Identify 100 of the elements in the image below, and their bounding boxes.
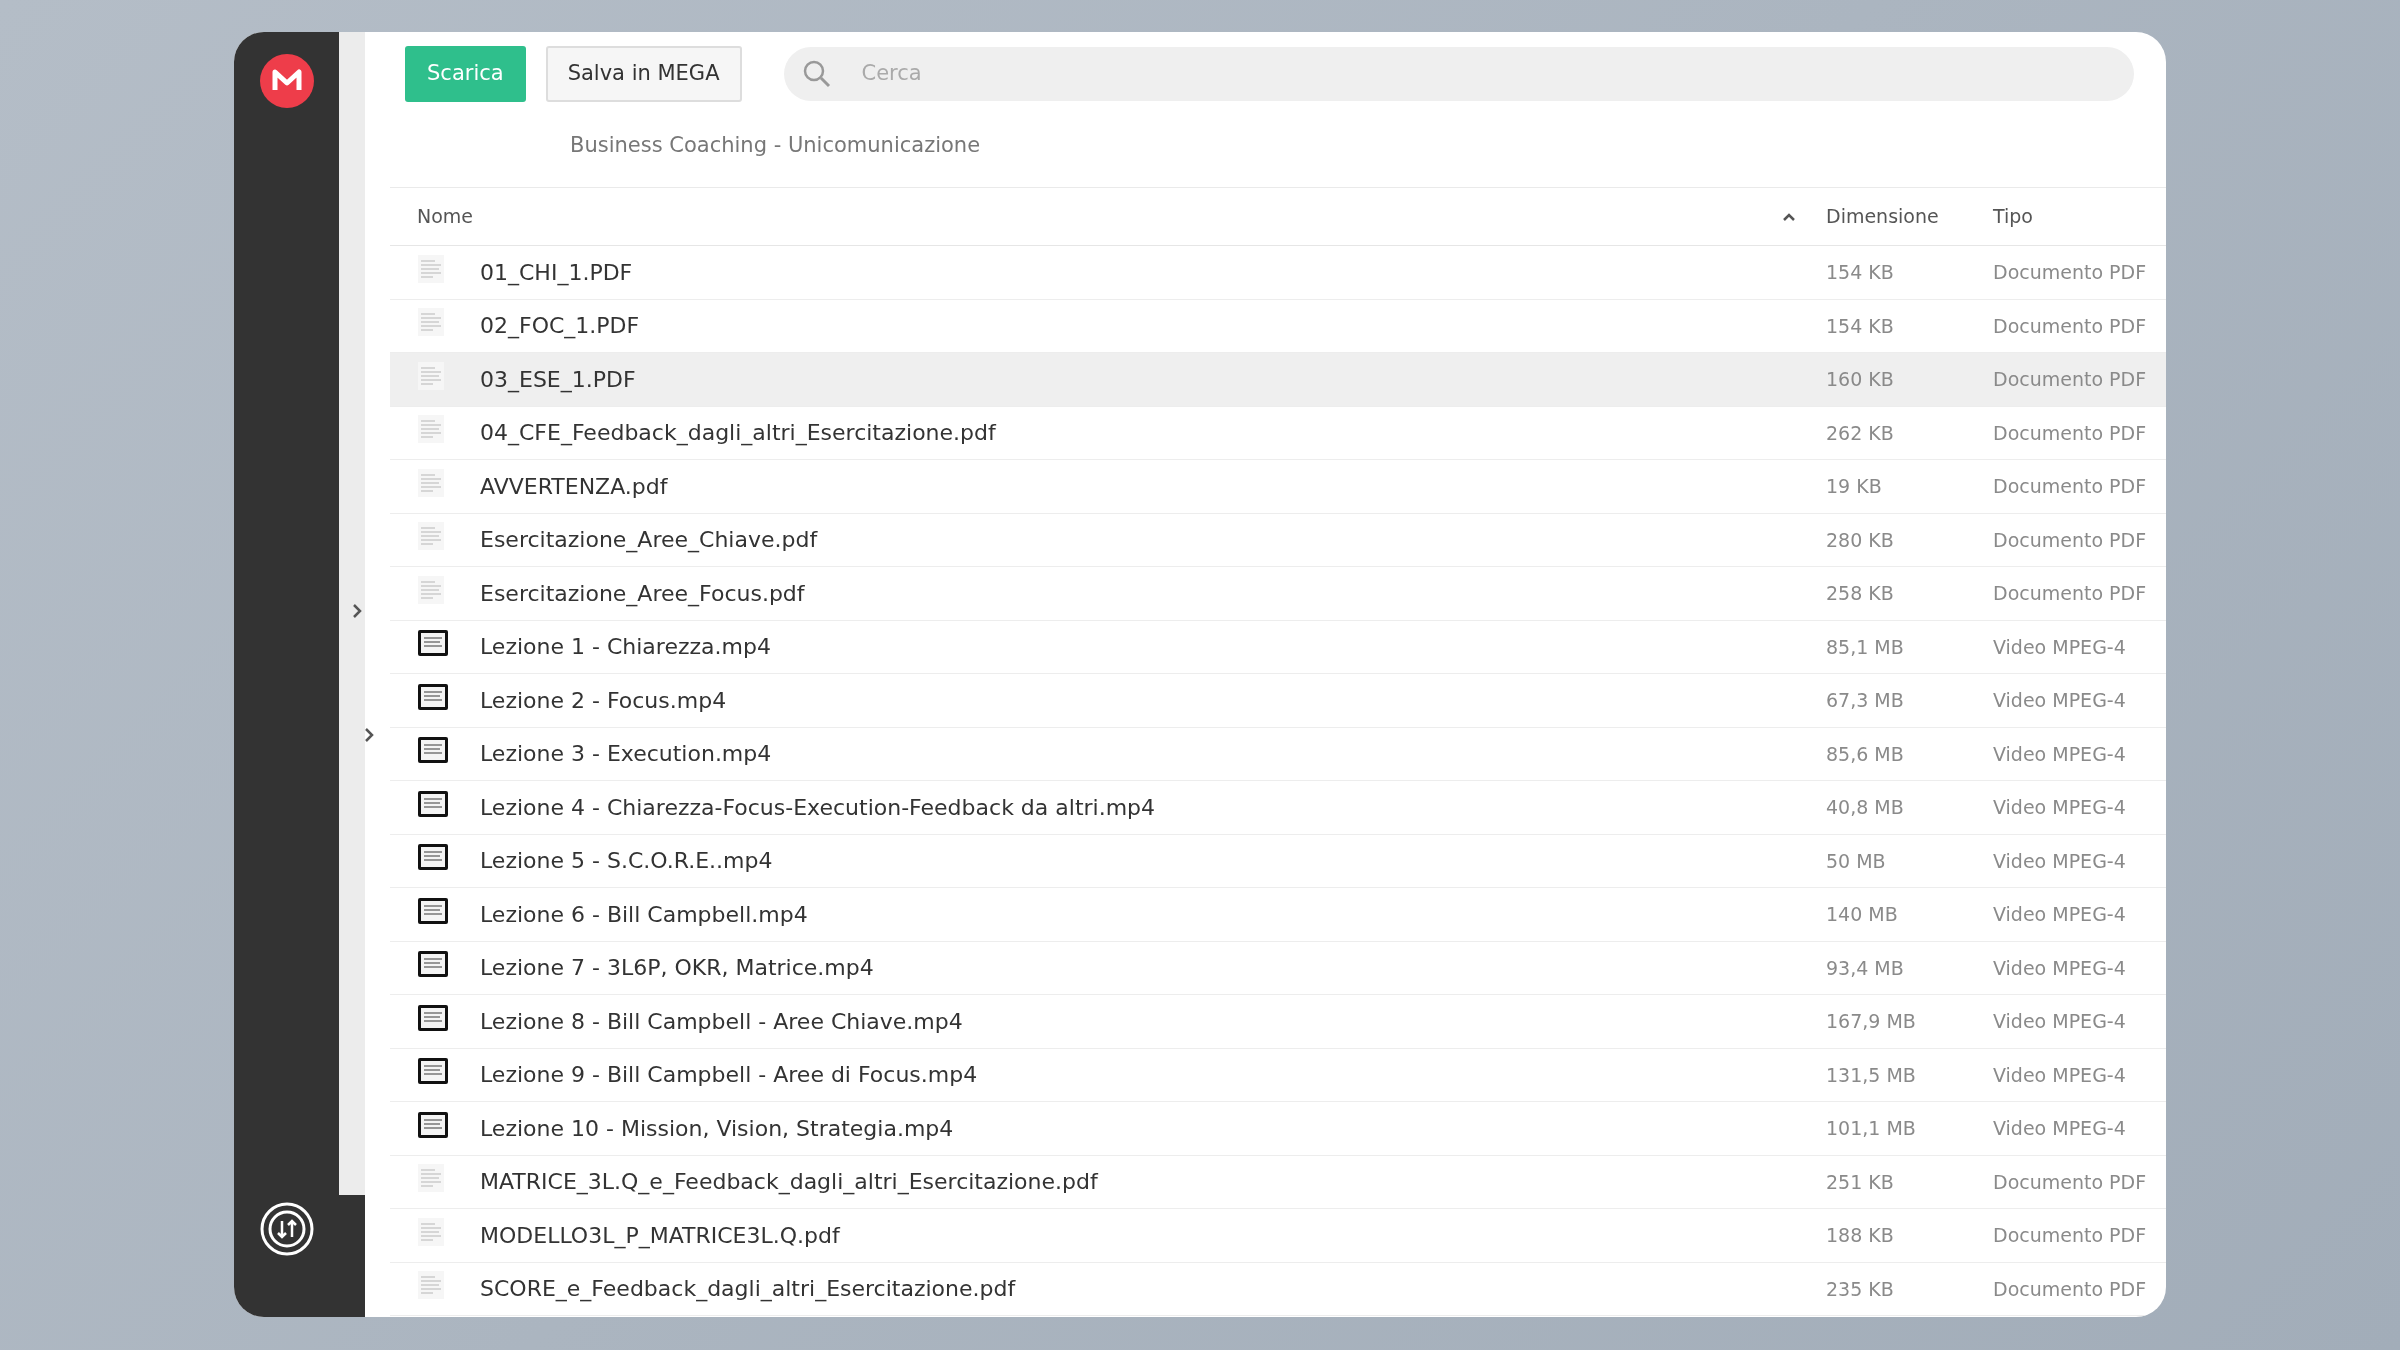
file-type: Documento PDF <box>1993 527 2148 553</box>
file-type: Documento PDF <box>1993 1223 2148 1248</box>
transfer-icon[interactable] <box>258 1201 315 1257</box>
file-type: Video MPEG-4 <box>1993 955 2127 981</box>
file-size: 93,4 MB <box>1826 955 1905 981</box>
file-name: Lezione 2 - Focus.mp4 <box>480 686 728 715</box>
file-size: 85,6 MB <box>1826 741 1905 767</box>
document-thumbnail-icon <box>417 467 445 498</box>
file-row[interactable]: Lezione 8 - Bill Campbell - Aree Chiave.mp4 167,9 MB Video MPEG-4 <box>390 995 2166 1049</box>
file-size: 154 KB <box>1826 313 1895 339</box>
video-thumbnail-icon <box>417 950 449 979</box>
file-name: 04_CFE_Feedback_dagli_altri_Esercitazione.pdf <box>480 419 998 448</box>
file-row[interactable]: SCORE_e_Feedback_dagli_altri_Esercitazione.pdf 235 KB Documento PDF <box>390 1262 2166 1316</box>
file-type: Video MPEG-4 <box>1993 1116 2127 1141</box>
video-thumbnail-icon <box>417 896 449 925</box>
file-row[interactable]: 03_ESE_1.PDF 160 KB Documento PDF <box>390 353 2166 407</box>
file-size: 251 KB <box>1826 1169 1895 1195</box>
file-type: Video MPEG-4 <box>1993 902 2127 927</box>
sort-caret-icon[interactable] <box>1782 211 1796 222</box>
file-type: Video MPEG-4 <box>1993 634 2127 660</box>
file-size: 160 KB <box>1826 367 1895 392</box>
column-header[interactable]: Tipo <box>1993 202 2166 231</box>
file-size: 154 KB <box>1826 260 1895 285</box>
file-name: MATRICE_3L.Q_e_Feedback_dagli_altri_Esercitazione.pdf <box>480 1168 1100 1197</box>
file-row[interactable]: Esercitazione_Aree_Chiave.pdf 280 KB Documento PDF <box>390 513 2166 567</box>
file-size: 262 KB <box>1826 420 1895 446</box>
file-size: 280 KB <box>1826 527 1895 553</box>
file-name: Lezione 7 - 3L6P, OKR, Matrice.mp4 <box>480 954 875 983</box>
file-row[interactable]: Lezione 10 - Mission, Vision, Strategia.mp4 101,1 MB Video MPEG-4 <box>390 1102 2166 1156</box>
file-size: 140 MB <box>1826 902 1899 927</box>
file-row[interactable]: Lezione 1 - Chiarezza.mp4 85,1 MB Video MPEG-4 <box>390 620 2166 674</box>
file-row[interactable]: MODELLO3L_P_MATRICE3L.Q.pdf 188 KB Documento PDF <box>390 1209 2166 1263</box>
file-row[interactable]: Esercitazione_Aree_Focus.pdf 258 KB Documento PDF <box>390 567 2166 621</box>
document-thumbnail-icon <box>417 414 445 445</box>
video-thumbnail-icon <box>417 1110 449 1139</box>
file-name: MODELLO3L_P_MATRICE3L.Q.pdf <box>480 1221 842 1251</box>
document-thumbnail-icon <box>417 253 445 284</box>
file-type: Video MPEG-4 <box>1993 1009 2127 1034</box>
file-name: Lezione 3 - Execution.mp4 <box>480 740 773 769</box>
file-size: 258 KB <box>1826 581 1895 606</box>
file-size: 67,3 MB <box>1826 688 1905 713</box>
video-thumbnail-icon <box>417 843 449 872</box>
document-thumbnail-icon <box>417 1163 445 1194</box>
file-type: Video MPEG-4 <box>1993 741 2127 767</box>
file-type: Video MPEG-4 <box>1993 848 2127 874</box>
file-type: Documento PDF <box>1993 313 2148 339</box>
file-row[interactable]: Lezione 4 - Chiarezza-Focus-Execution-Feedback da altri.mp4 40,8 MB Video MPEG-4 <box>390 781 2166 835</box>
file-type: Documento PDF <box>1993 1276 2148 1302</box>
video-thumbnail-icon <box>417 682 449 711</box>
file-name: SCORE_e_Feedback_dagli_altri_Esercitazione.pdf <box>480 1275 1017 1304</box>
file-name: Lezione 10 - Mission, Vision, Strategia.mp4 <box>480 1114 955 1143</box>
document-thumbnail-icon <box>417 521 445 552</box>
file-size: 19 KB <box>1826 474 1883 499</box>
file-name: 03_ESE_1.PDF <box>480 365 637 395</box>
file-size: 101,1 MB <box>1826 1116 1917 1141</box>
document-thumbnail-icon <box>417 1270 445 1301</box>
file-row[interactable]: AVVERTENZA.pdf 19 KB Documento PDF <box>390 460 2166 514</box>
video-thumbnail-icon <box>417 1003 449 1032</box>
file-name: AVVERTENZA.pdf <box>480 472 669 501</box>
file-size: 167,9 MB <box>1826 1009 1917 1034</box>
document-thumbnail-icon <box>417 574 445 605</box>
file-type: Documento PDF <box>1993 581 2148 606</box>
file-row[interactable]: Lezione 3 - Execution.mp4 85,6 MB Video MPEG-4 <box>390 727 2166 781</box>
file-row[interactable]: 01_CHI_1.PDF 154 KB Documento PDF <box>390 246 2166 300</box>
file-name: Lezione 1 - Chiarezza.mp4 <box>480 633 772 662</box>
file-size: 188 KB <box>1826 1223 1895 1248</box>
video-thumbnail-icon <box>417 1057 449 1086</box>
file-size: 50 MB <box>1826 848 1887 874</box>
file-row[interactable]: 04_CFE_Feedback_dagli_altri_Esercitazione.pdf 262 KB Documento PDF <box>390 406 2166 460</box>
file-type: Video MPEG-4 <box>1993 1062 2127 1088</box>
document-thumbnail-icon <box>417 307 445 338</box>
file-row[interactable]: Lezione 5 - S.C.O.R.E..mp4 50 MB Video MPEG-4 <box>390 834 2166 888</box>
file-size: 85,1 MB <box>1826 634 1905 660</box>
column-header[interactable]: Nome <box>417 202 474 231</box>
file-type: Video MPEG-4 <box>1993 795 2127 820</box>
file-name: Lezione 8 - Bill Campbell - Aree Chiave.mp4 <box>480 1007 964 1036</box>
file-size: 40,8 MB <box>1826 795 1905 820</box>
video-thumbnail-icon <box>417 789 449 818</box>
file-type: Documento PDF <box>1993 260 2148 285</box>
save-button[interactable]: Salva in MEGA <box>545 46 742 102</box>
file-row[interactable]: Lezione 7 - 3L6P, OKR, Matrice.mp4 93,4 MB Video MPEG-4 <box>390 941 2166 995</box>
file-name: Lezione 9 - Bill Campbell - Aree di Focus.mp4 <box>480 1061 979 1090</box>
logo-icon[interactable] <box>259 54 314 108</box>
file-row[interactable]: Lezione 2 - Focus.mp4 67,3 MB Video MPEG-4 <box>390 674 2166 728</box>
column-header[interactable]: Dimensione <box>1826 202 1993 231</box>
search-field[interactable]: Cerca <box>783 46 2134 101</box>
file-type: Documento PDF <box>1993 474 2148 499</box>
file-type: Documento PDF <box>1993 367 2148 392</box>
file-name: Lezione 5 - S.C.O.R.E..mp4 <box>480 847 774 876</box>
file-name: 02_FOC_1.PDF <box>480 312 641 341</box>
file-row[interactable]: Lezione 9 - Bill Campbell - Aree di Focus.mp4 131,5 MB Video MPEG-4 <box>390 1048 2166 1102</box>
video-thumbnail-icon <box>417 629 449 658</box>
file-row[interactable]: MATRICE_3L.Q_e_Feedback_dagli_altri_Esercitazione.pdf 251 KB Documento PDF <box>390 1155 2166 1209</box>
file-type: Documento PDF <box>1993 420 2148 446</box>
file-name: Lezione 4 - Chiarezza-Focus-Execution-Feedback da altri.mp4 <box>480 793 1157 822</box>
video-thumbnail-icon <box>417 736 449 765</box>
document-thumbnail-icon <box>417 1216 445 1247</box>
file-row[interactable]: Lezione 6 - Bill Campbell.mp4 140 MB Video MPEG-4 <box>390 888 2166 942</box>
file-type: Documento PDF <box>1993 1169 2148 1195</box>
file-name: Lezione 6 - Bill Campbell.mp4 <box>480 900 809 929</box>
